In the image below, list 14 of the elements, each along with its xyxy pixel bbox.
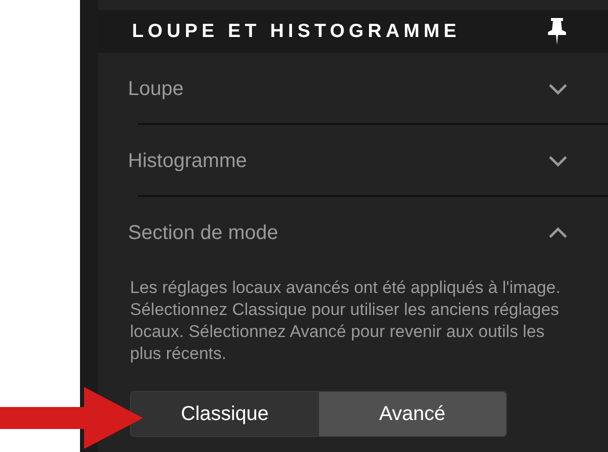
section-label: Loupe [128, 78, 184, 100]
pin-icon[interactable] [548, 18, 566, 45]
chevron-down-icon [548, 83, 568, 95]
section-label: Histogramme [128, 150, 247, 172]
chevron-up-icon [548, 227, 568, 239]
section-header[interactable]: Section de mode [98, 197, 608, 269]
chevron-down-icon [548, 155, 568, 167]
panel-title: LOUPE ET HISTOGRAMME [132, 20, 461, 42]
section-header[interactable]: Histogramme [98, 125, 608, 197]
mode-description: Les réglages locaux avancés ont été appliqués à l'image. Sélectionnez Classique pour utiliser les anciens réglages locaux. Sélectionnez Avancé pour revenir aux outils les plus récents. [129, 277, 562, 365]
section-header[interactable]: Loupe [98, 53, 608, 125]
section-label: Section de mode [128, 222, 278, 244]
mode-option[interactable]: Avancé [318, 392, 506, 436]
mode-option[interactable]: Classique [131, 392, 318, 436]
